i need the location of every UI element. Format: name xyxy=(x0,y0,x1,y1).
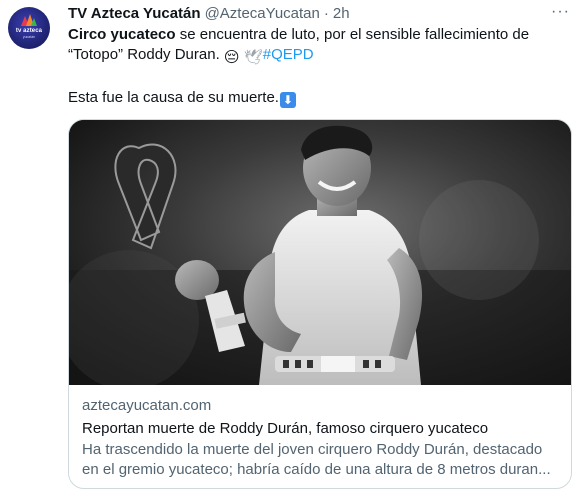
card-image[interactable] xyxy=(69,120,571,385)
card-title[interactable]: Reportan muerte de Roddy Durán, famoso c… xyxy=(82,418,560,439)
tv-azteca-logo-icon xyxy=(20,13,38,27)
link-card[interactable]: aztecayucatan.com Reportan muerte de Rod… xyxy=(68,119,572,489)
avatar-logo-subtext: yucatán xyxy=(22,35,36,39)
tweet-timestamp[interactable]: 2h xyxy=(333,5,350,22)
pensive-face-emoji-icon: 😔 xyxy=(223,49,240,66)
tweet-text-bold: Circo yucateco xyxy=(68,26,176,43)
author-handle[interactable]: @AztecaYucatan xyxy=(205,5,320,22)
card-domain: aztecayucatan.com xyxy=(82,397,212,414)
card-description: Ha trascendido la muerte del joven cirqu… xyxy=(82,441,551,478)
more-options-icon[interactable]: ··· xyxy=(551,4,570,20)
separator-dot: · xyxy=(323,4,329,22)
down-arrow-emoji-icon: ⬇ xyxy=(279,92,296,108)
hashtag-qepd[interactable]: #QEPD xyxy=(263,46,314,63)
tweet-line2-text: Esta fue la causa de su muerte. xyxy=(68,89,279,106)
tweet-text: Circo yucateco se encuentra de luto, por… xyxy=(68,25,568,68)
card-meta: aztecayucatan.com Reportan muerte de Rod… xyxy=(82,396,560,480)
avatar-logo-text: tv azteca xyxy=(15,28,43,34)
tweet-text-line2: Esta fue la causa de su muerte. ⬇ xyxy=(68,88,296,108)
author-name[interactable]: TV Azteca Yucatán xyxy=(68,5,201,22)
performer-photo-icon xyxy=(69,120,571,385)
tweet-header: TV Azteca Yucatán @AztecaYucatan · 2h xyxy=(68,4,350,22)
avatar[interactable]: tv azteca yucatán xyxy=(8,7,50,49)
dove-emoji-icon: 🕊 xyxy=(243,49,263,66)
